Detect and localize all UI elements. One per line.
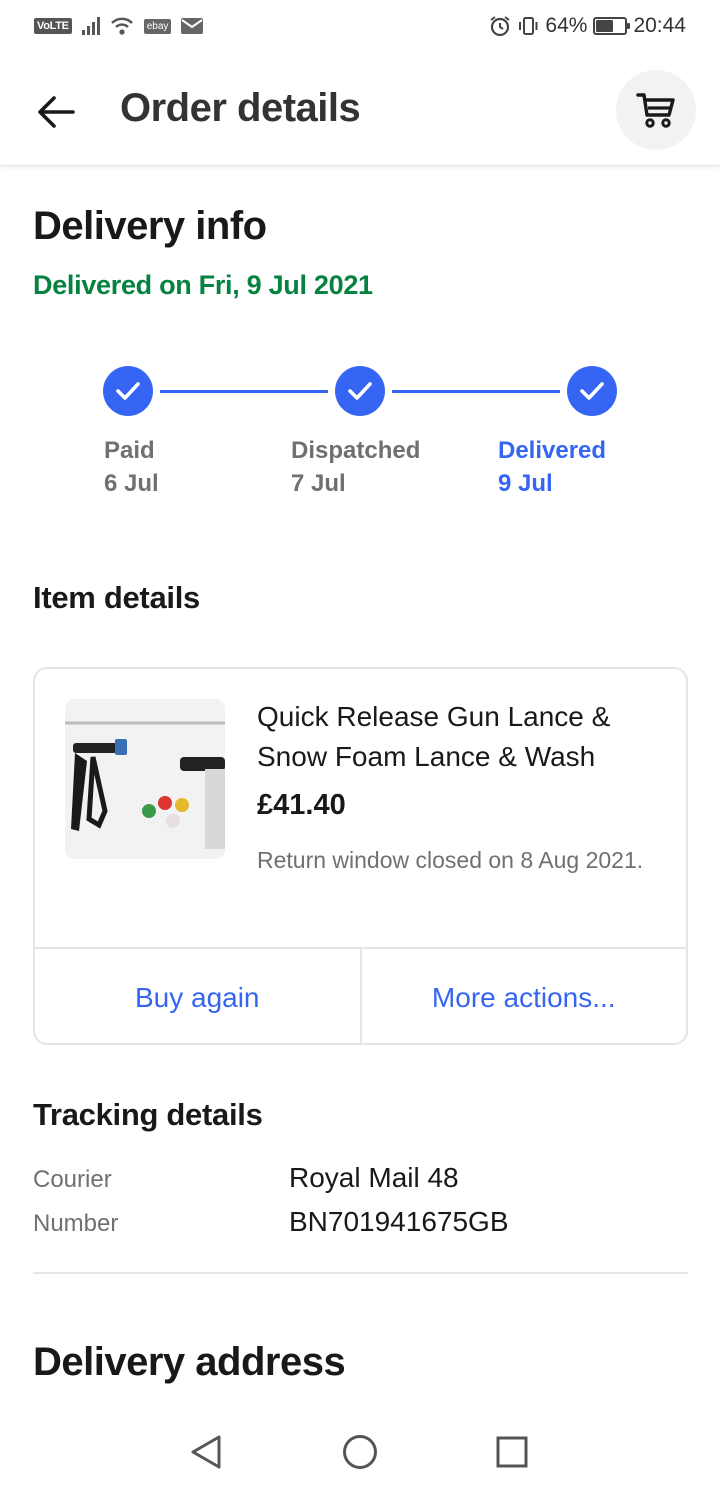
status-right: 64% 20:44 — [489, 14, 686, 38]
nav-back-icon — [191, 1435, 221, 1469]
tracking-number-label: Number — [33, 1210, 119, 1237]
step-dispatched-check-icon — [335, 366, 385, 416]
divider — [33, 1272, 688, 1274]
arrow-left-icon — [38, 96, 75, 128]
step-label: Delivered — [498, 437, 607, 464]
nav-recents-button[interactable] — [490, 1430, 534, 1474]
step-delivered: Delivered 9 Jul — [498, 434, 606, 500]
buy-again-button[interactable]: Buy again — [35, 949, 360, 1043]
step-label: Paid — [104, 437, 155, 464]
progress-connector — [160, 390, 328, 393]
product-image — [65, 699, 225, 859]
nav-home-icon — [343, 1435, 377, 1469]
courier-value: Royal Mail 48 — [289, 1162, 459, 1193]
step-paid: Paid 6 Jul — [104, 434, 159, 500]
wifi-icon — [110, 17, 133, 35]
back-button[interactable] — [30, 86, 82, 138]
nav-back-button[interactable] — [184, 1430, 228, 1474]
delivery-progress-tracker: Paid 6 Jul Dispatched 7 Jul Delivered 9 … — [0, 366, 720, 516]
app-bar: Order details — [0, 56, 720, 166]
delivery-info-heading: Delivery info — [33, 204, 267, 248]
tracking-details-heading: Tracking details — [33, 1097, 263, 1132]
step-date: 9 Jul — [498, 470, 553, 497]
battery-percent: 64% — [545, 14, 588, 37]
battery-level — [596, 20, 614, 32]
step-dispatched: Dispatched 7 Jul — [291, 434, 420, 500]
status-bar: VoLTE ebay 64% 20:44 — [0, 0, 720, 56]
page-title: Order details — [120, 86, 361, 130]
step-date: 6 Jul — [104, 470, 159, 497]
alarm-icon — [490, 16, 511, 37]
item-image[interactable] — [65, 699, 225, 859]
ebay-notification-icon: ebay — [143, 18, 172, 34]
clock: 20:44 — [633, 14, 686, 37]
item-details-heading: Item details — [33, 580, 200, 615]
item-actions: Buy again More actions... — [35, 947, 687, 1043]
step-paid-check-icon — [103, 366, 153, 416]
nav-recents-icon — [496, 1436, 528, 1468]
vibrate-icon — [519, 17, 538, 35]
mail-icon — [181, 18, 204, 34]
item-card: Quick Release Gun Lance & Snow Foam Lanc… — [33, 667, 688, 1045]
courier-label: Courier — [33, 1166, 112, 1193]
system-nav-bar — [0, 1410, 720, 1493]
return-window-note: Return window closed on 8 Aug 2021. — [257, 847, 644, 873]
signal-icon — [81, 17, 100, 35]
cart-icon — [636, 93, 675, 128]
delivery-address-heading: Delivery address — [33, 1340, 346, 1384]
item-price: £41.40 — [257, 789, 346, 821]
tracking-number-value[interactable]: BN701941675GB — [289, 1206, 509, 1238]
step-label: Dispatched — [291, 437, 421, 464]
delivery-status: Delivered on Fri, 9 Jul 2021 — [33, 270, 373, 300]
cart-button[interactable] — [616, 70, 696, 150]
more-actions-button[interactable]: More actions... — [359, 949, 687, 1043]
status-left: VoLTE ebay — [34, 16, 204, 36]
progress-connector — [392, 390, 560, 393]
nav-home-button[interactable] — [338, 1430, 382, 1474]
step-delivered-check-icon — [567, 366, 617, 416]
item-title[interactable]: Quick Release Gun Lance & Snow Foam Lanc… — [257, 697, 657, 777]
step-date: 7 Jul — [291, 470, 346, 497]
battery-icon — [593, 17, 631, 35]
volte-icon: VoLTE — [34, 18, 72, 34]
